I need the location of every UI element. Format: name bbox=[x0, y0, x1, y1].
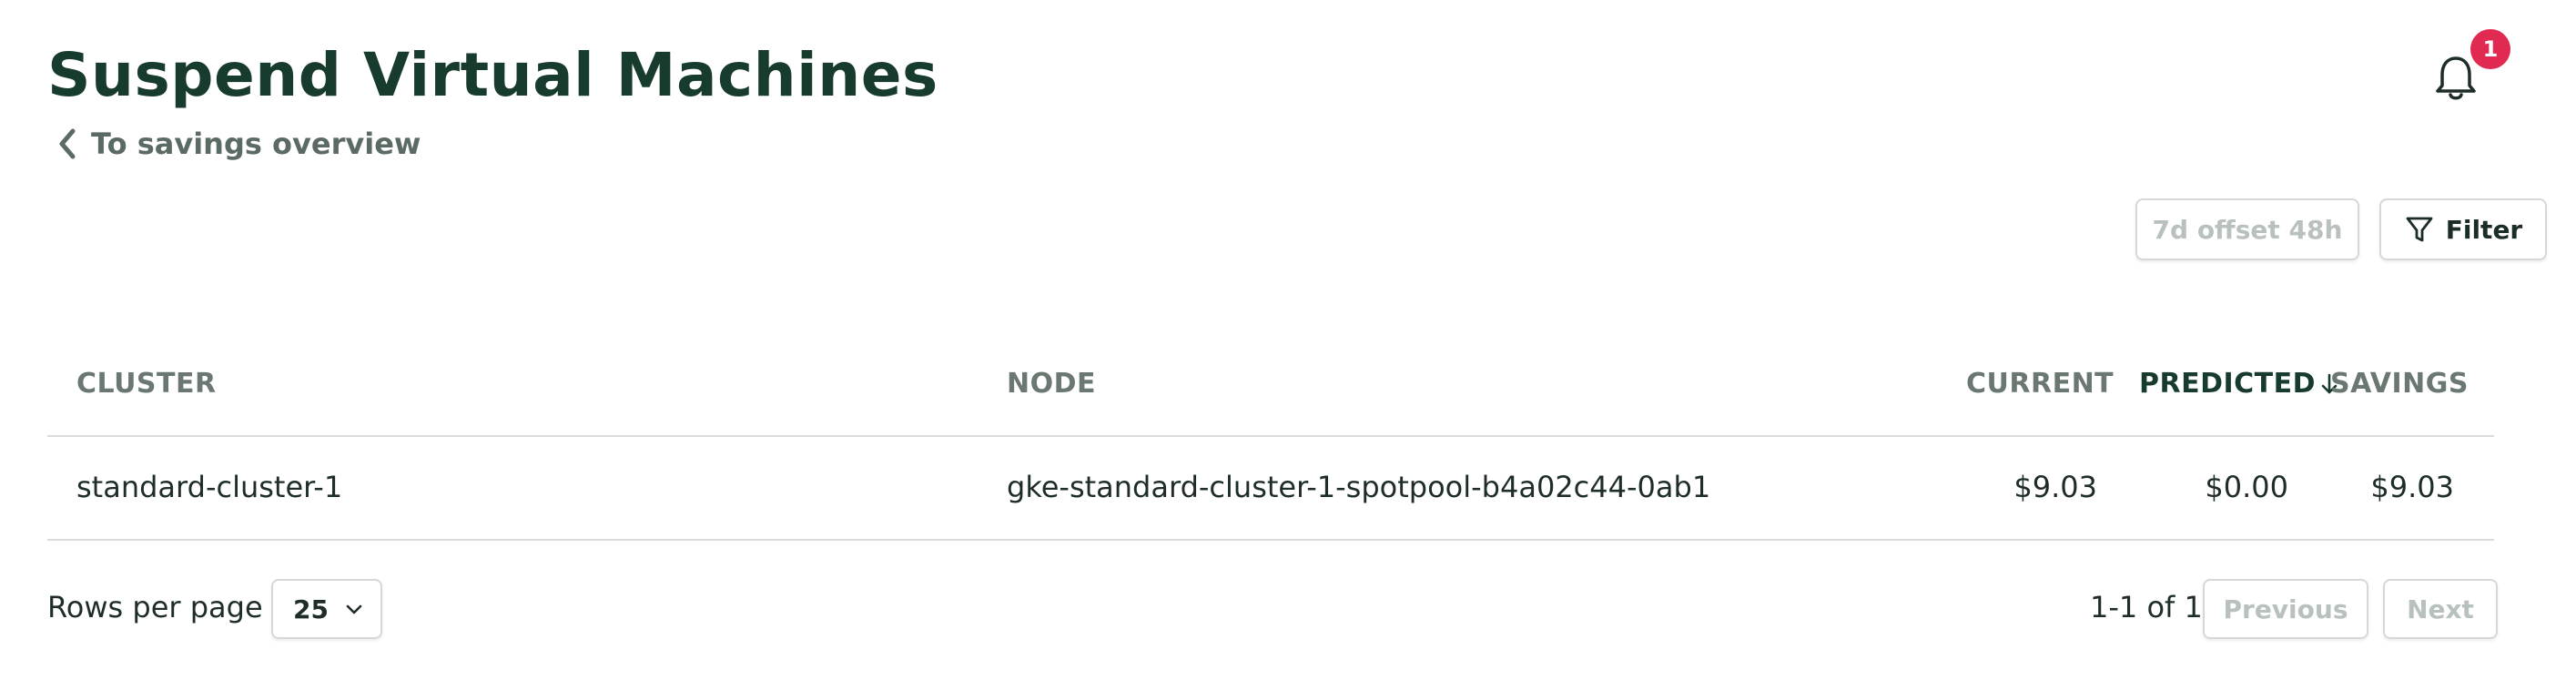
cell-predicted: $0.00 bbox=[2205, 470, 2288, 504]
cell-current: $9.03 bbox=[2013, 470, 2097, 504]
cell-savings: $9.03 bbox=[2370, 470, 2454, 504]
page-title: Suspend Virtual Machines bbox=[47, 40, 938, 110]
header-divider bbox=[47, 435, 2494, 437]
back-link-label: To savings overview bbox=[91, 127, 421, 161]
next-page-button[interactable]: Next bbox=[2383, 579, 2498, 639]
pagination-range: 1-1 of 1 bbox=[2090, 590, 2203, 624]
chevron-down-icon bbox=[346, 604, 362, 614]
cell-cluster: standard-cluster-1 bbox=[76, 470, 343, 504]
chevron-left-icon bbox=[59, 128, 76, 159]
column-header-predicted[interactable]: PREDICTED bbox=[2139, 368, 2339, 400]
cell-node: gke-standard-cluster-1-spotpool-b4a02c44… bbox=[1007, 470, 1711, 504]
previous-page-button[interactable]: Previous bbox=[2203, 579, 2368, 639]
column-header-predicted-label: PREDICTED bbox=[2139, 368, 2317, 400]
column-header-current[interactable]: CURRENT bbox=[1966, 368, 2114, 400]
filter-label: Filter bbox=[2445, 214, 2523, 245]
filter-button[interactable]: Filter bbox=[2379, 198, 2547, 260]
notification-badge: 1 bbox=[2470, 29, 2510, 69]
column-header-cluster[interactable]: CLUSTER bbox=[76, 368, 217, 400]
rows-per-page-value: 25 bbox=[293, 594, 329, 624]
offset-button[interactable]: 7d offset 48h bbox=[2135, 198, 2359, 260]
column-header-node[interactable]: NODE bbox=[1007, 368, 1096, 400]
column-header-savings[interactable]: SAVINGS bbox=[2330, 368, 2469, 400]
rows-per-page-select[interactable]: 25 bbox=[271, 579, 382, 639]
row-divider bbox=[47, 539, 2494, 541]
rows-per-page-label: Rows per page bbox=[47, 590, 263, 624]
filter-icon bbox=[2406, 217, 2433, 242]
back-to-savings-link[interactable]: To savings overview bbox=[55, 126, 421, 162]
